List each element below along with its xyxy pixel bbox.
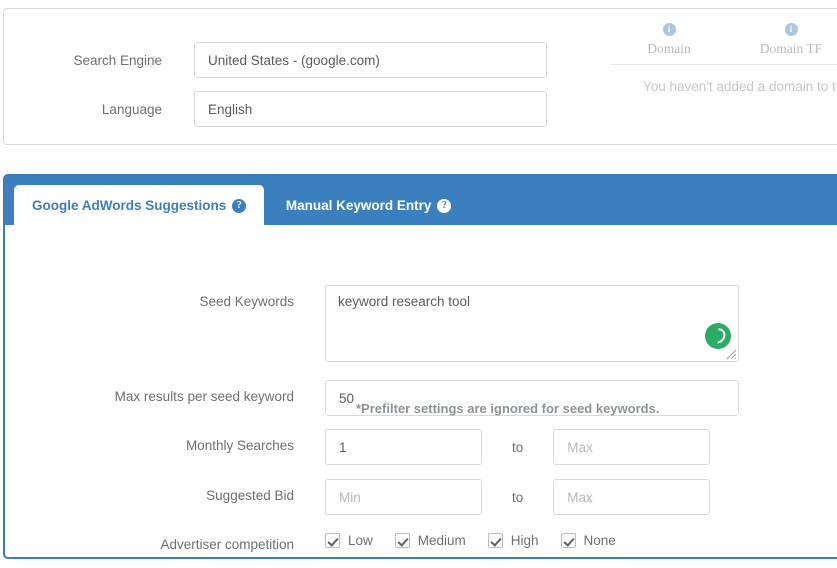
competition-option-medium[interactable]: Medium bbox=[394, 533, 466, 548]
language-label: Language bbox=[101, 101, 162, 117]
language-input[interactable] bbox=[194, 91, 547, 127]
search-settings-panel: Search Engine Language i Domain i Domain… bbox=[3, 8, 837, 145]
domain-empty-message: You haven't added a domain to t bbox=[643, 79, 836, 94]
competition-option-label: Medium bbox=[417, 533, 466, 548]
tab-label: Manual Keyword Entry bbox=[285, 198, 432, 213]
checkbox-checked-icon[interactable] bbox=[394, 533, 410, 548]
monthly-searches-range: to bbox=[325, 429, 711, 466]
monthly-searches-label: Monthly Searches bbox=[185, 438, 294, 453]
search-engine-input[interactable] bbox=[194, 42, 547, 78]
checkbox-checked-icon[interactable] bbox=[560, 533, 576, 548]
competition-option-label: None bbox=[583, 533, 616, 548]
prefilter-note: *Prefilter settings are ignored for seed… bbox=[356, 401, 660, 416]
domain-header-divider bbox=[611, 64, 837, 65]
monthly-searches-max-input[interactable] bbox=[553, 429, 711, 465]
domain-metrics-section: i Domain i Domain TF You haven't added a… bbox=[608, 23, 837, 94]
search-settings-form: Search Engine Language bbox=[4, 9, 604, 144]
competition-option-high[interactable]: High bbox=[487, 533, 539, 548]
competition-option-low[interactable]: Low bbox=[325, 533, 373, 548]
search-engine-label: Search Engine bbox=[73, 52, 162, 68]
checkbox-checked-icon[interactable] bbox=[487, 533, 503, 548]
suggested-bid-separator: to bbox=[511, 489, 524, 505]
advertiser-competition-options: Low Medium High None bbox=[325, 528, 638, 548]
advertiser-competition-row: Advertiser competition Low Medium High N… bbox=[5, 528, 638, 552]
language-row: Language bbox=[4, 91, 547, 127]
domain-column-label: Domain bbox=[647, 41, 691, 56]
competition-option-none[interactable]: None bbox=[560, 533, 616, 548]
keyword-source-tabs: Google AdWords Suggestions ? Manual Keyw… bbox=[5, 176, 837, 226]
domain-column-header: i Domain bbox=[608, 23, 730, 57]
help-icon[interactable]: ? bbox=[437, 198, 452, 213]
competition-option-label: Low bbox=[348, 533, 373, 548]
monthly-searches-separator: to bbox=[511, 439, 524, 455]
competition-option-label: High bbox=[510, 533, 539, 548]
suggested-bid-range: to bbox=[325, 479, 711, 516]
seed-keywords-label: Seed Keywords bbox=[199, 294, 294, 309]
domain-tf-column-label: Domain TF bbox=[759, 41, 823, 56]
keyword-form: Seed Keywords Max results per seed keywo… bbox=[5, 225, 837, 557]
tab-manual-keyword-entry[interactable]: Manual Keyword Entry ? bbox=[268, 186, 470, 225]
advertiser-competition-label: Advertiser competition bbox=[160, 537, 294, 552]
domain-metrics-header: i Domain i Domain TF bbox=[608, 23, 837, 57]
monthly-searches-min-input[interactable] bbox=[325, 429, 482, 465]
domain-tf-column-header: i Domain TF bbox=[730, 23, 837, 57]
monthly-searches-row: Monthly Searches to bbox=[5, 429, 711, 466]
suggested-bid-row: Suggested Bid to bbox=[5, 479, 711, 516]
info-icon[interactable]: i bbox=[662, 23, 676, 36]
help-icon[interactable]: ? bbox=[232, 198, 247, 213]
suggested-bid-label: Suggested Bid bbox=[206, 488, 294, 503]
loading-spinner-icon bbox=[705, 323, 731, 349]
seed-keywords-row: Seed Keywords bbox=[5, 285, 739, 362]
search-engine-row: Search Engine bbox=[4, 42, 547, 78]
suggested-bid-min-input[interactable] bbox=[325, 479, 482, 515]
info-icon[interactable]: i bbox=[784, 23, 798, 36]
tab-label: Google AdWords Suggestions bbox=[32, 198, 227, 213]
keyword-source-panel: Google AdWords Suggestions ? Manual Keyw… bbox=[3, 174, 837, 559]
max-results-label: Max results per seed keyword bbox=[114, 389, 294, 404]
checkbox-checked-icon[interactable] bbox=[325, 533, 340, 548]
suggested-bid-max-input[interactable] bbox=[553, 479, 711, 515]
seed-keywords-control bbox=[325, 285, 739, 362]
tab-google-adwords-suggestions[interactable]: Google AdWords Suggestions ? bbox=[14, 185, 265, 226]
seed-keywords-textarea[interactable] bbox=[325, 285, 739, 362]
